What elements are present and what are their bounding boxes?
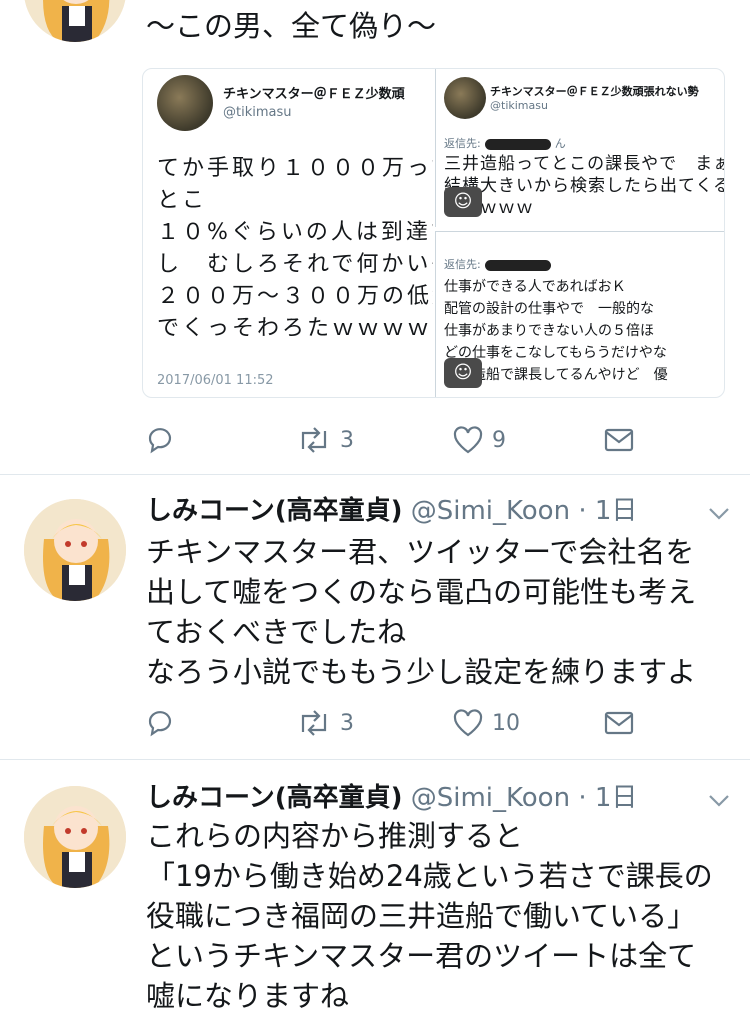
like-button[interactable]: 10 xyxy=(452,703,520,743)
attached-image-2[interactable]: チキンマスター＠ＦＥＺ少数頑張れない勢 @tikimasu 返信先: ん 三井造船… xyxy=(435,69,725,227)
embedded-name: チキンマスター＠ＦＥＺ少数頑 xyxy=(223,87,405,102)
timestamp[interactable]: · 1日 xyxy=(578,496,637,526)
handle[interactable]: @Simi_Koon xyxy=(411,783,570,813)
like-count: 10 xyxy=(492,710,520,736)
envelope-icon xyxy=(604,428,634,452)
display-name[interactable]: しみコーン(高卒童貞) xyxy=(146,496,402,526)
embedded-text: 三井造船ってとこの課長やで まぁ 結構大きいから検索したら出てくる わｗｗｗｗ xyxy=(444,154,725,218)
handle[interactable]: @Simi_Koon xyxy=(411,496,570,526)
redacted-username xyxy=(484,259,551,271)
embedded-handle: @tikimasu xyxy=(223,105,292,120)
retweet-arrows-icon xyxy=(301,427,327,453)
embedded-handle: @tikimasu xyxy=(490,99,548,112)
attached-image-1[interactable]: チキンマスター＠ＦＥＺ少数頑 @tikimasu てか手取り１０００万って とこ… xyxy=(143,69,433,397)
smiley-icon: ☺ xyxy=(444,358,482,388)
avatar xyxy=(157,75,213,131)
heart-outline-icon xyxy=(453,709,483,737)
more-menu-button[interactable] xyxy=(708,507,729,527)
tweet-actions: 3 10 xyxy=(146,703,646,743)
dm-button[interactable] xyxy=(604,420,634,460)
timestamp[interactable]: · 1日 xyxy=(578,783,637,813)
chevron-down-icon xyxy=(709,508,729,520)
reply-suffix: ん xyxy=(554,137,566,150)
dm-button[interactable] xyxy=(604,703,634,743)
embedded-name: チキンマスター＠ＦＥＺ少数頑張れない勢 xyxy=(490,85,699,98)
retweet-button[interactable]: 3 xyxy=(296,420,354,460)
reply-to-label: 返信先: ん xyxy=(444,135,566,151)
avatar[interactable] xyxy=(24,499,126,601)
embedded-text: てか手取り１０００万って とこ １０%ぐらいの人は到達で し むしろそれで何かい… xyxy=(157,156,433,341)
tweet-header: しみコーン(高卒童貞) @Simi_Koon · 1日 xyxy=(146,493,637,529)
reply-prefix: 返信先: xyxy=(444,137,481,150)
tweet-header: しみコーン(高卒童貞) @Simi_Koon · 1日 xyxy=(146,780,637,816)
smiley-icon: ☺ xyxy=(444,187,482,217)
retweet-button[interactable]: 3 xyxy=(296,703,354,743)
tweet-1[interactable]: 〜この男、全て偽り〜 チキンマスター＠ＦＥＺ少数頑 @tikimasu てか手取… xyxy=(0,0,750,475)
redacted-username xyxy=(484,138,551,150)
tweet-3[interactable]: しみコーン(高卒童貞) @Simi_Koon · 1日 これらの内容から推測する… xyxy=(0,760,750,1016)
reply-button[interactable] xyxy=(146,420,176,460)
reply-bubble-icon xyxy=(148,428,172,454)
retweet-arrows-icon xyxy=(301,710,327,736)
more-menu-button[interactable] xyxy=(708,794,729,814)
attached-images[interactable]: チキンマスター＠ＦＥＺ少数頑 @tikimasu てか手取り１０００万って とこ… xyxy=(142,68,725,398)
like-button[interactable]: 9 xyxy=(452,420,506,460)
tweet-2[interactable]: しみコーン(高卒童貞) @Simi_Koon · 1日 チキンマスター君、ツイッ… xyxy=(0,475,750,760)
chevron-down-icon xyxy=(709,795,729,807)
avatar xyxy=(444,77,486,119)
display-name[interactable]: しみコーン(高卒童貞) xyxy=(146,783,402,813)
reply-to-label: 返信先: xyxy=(444,256,555,272)
attached-image-3[interactable]: 返信先: 仕事ができる人であればおＫ 配管の設計の仕事やで 一般的な 仕事があま… xyxy=(435,231,724,397)
tweet-actions: 3 9 xyxy=(146,420,646,460)
tweet-text: チキンマスター君、ツイッターで会社名を 出して嘘をつくのなら電凸の可能性も考え … xyxy=(146,535,697,689)
avatar[interactable] xyxy=(24,0,126,42)
retweet-count: 3 xyxy=(340,710,354,736)
embedded-date: 2017/06/01 11:52 xyxy=(157,373,274,388)
reply-bubble-icon xyxy=(148,711,172,737)
like-count: 9 xyxy=(492,427,506,453)
tweet-text: これらの内容から推測すると 「19から働き始め24歳という若さで課長の 役職につ… xyxy=(146,819,713,1013)
envelope-icon xyxy=(604,711,634,735)
heart-outline-icon xyxy=(453,426,483,454)
avatar[interactable] xyxy=(24,786,126,888)
reply-prefix: 返信先: xyxy=(444,258,481,271)
reply-button[interactable] xyxy=(146,703,176,743)
retweet-count: 3 xyxy=(340,427,354,453)
tweet-text: 〜この男、全て偽り〜 xyxy=(146,9,437,43)
